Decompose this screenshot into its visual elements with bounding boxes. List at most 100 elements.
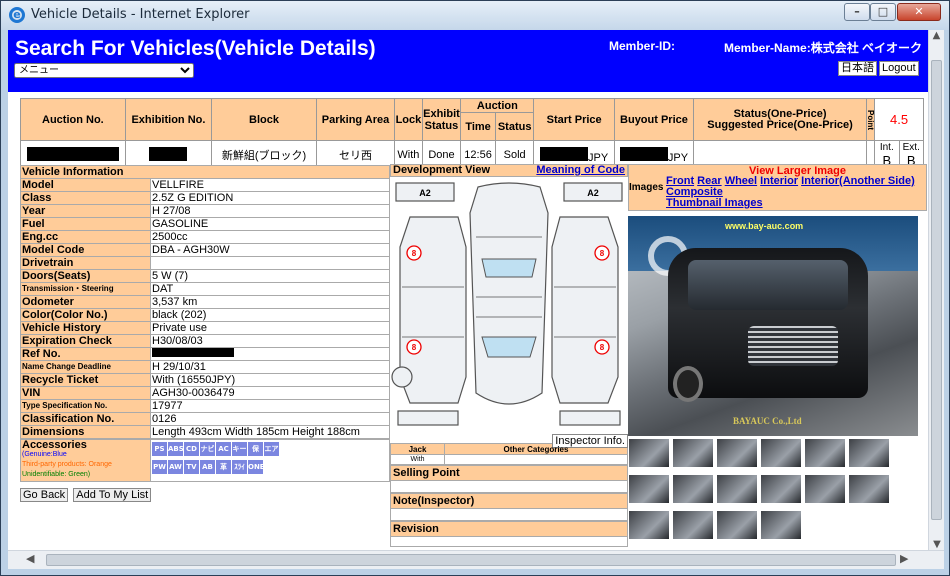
vehicle-info-key: Ref No. xyxy=(20,347,151,361)
minimize-button[interactable]: – xyxy=(844,3,870,21)
vehicle-info-row: Classification No. 0126 xyxy=(20,412,390,426)
wheel-circle xyxy=(391,366,413,388)
accessory-badge: AB xyxy=(200,460,215,474)
thumbnail-image[interactable] xyxy=(848,474,890,504)
interior-link[interactable]: Interior xyxy=(760,175,798,187)
vehicle-info-value: 5 W (7) xyxy=(150,269,390,283)
vehicle-info-table: Vehicle Information Model VELLFIRE Class 2.… xyxy=(20,165,390,439)
other-categories-value xyxy=(444,454,628,465)
vehicle-info-value: AGH30-0036479 xyxy=(150,386,390,400)
thumbnail-image[interactable] xyxy=(628,438,670,468)
thumbnail-image[interactable] xyxy=(672,510,714,540)
scroll-up-icon[interactable]: ▲ xyxy=(929,30,944,41)
thumbnail-image[interactable] xyxy=(804,438,846,468)
vehicle-info-value: 2500cc xyxy=(150,230,390,244)
images-label: Images xyxy=(629,182,664,193)
meaning-of-code-link[interactable]: Meaning of Code xyxy=(536,165,625,176)
header-status-sub: Status xyxy=(494,112,535,141)
jack-label: Jack xyxy=(390,443,445,455)
vehicle-info-key: Name Change Deadline xyxy=(20,360,151,374)
accessory-badge: PW xyxy=(152,460,167,474)
vertical-scrollbar[interactable]: ▲ ▼ xyxy=(928,30,944,550)
ie-logo-icon: e xyxy=(9,7,25,23)
watermark-url: www.bay-auc.com xyxy=(725,221,804,231)
vehicle-info-value: 0126 xyxy=(150,412,390,426)
horizontal-scroll-thumb[interactable] xyxy=(46,554,896,566)
thumbnail-image[interactable] xyxy=(628,510,670,540)
header-start-price: Start Price xyxy=(533,98,615,141)
vehicle-info-value: black (202) xyxy=(150,308,390,322)
thumbnail-image[interactable] xyxy=(716,438,758,468)
accessory-badge: TV xyxy=(184,460,199,474)
title-bar: e Vehicle Details - Internet Explorer – … xyxy=(1,1,949,30)
wheel-link[interactable]: Wheel xyxy=(725,175,757,187)
scroll-right-icon[interactable]: ▶ xyxy=(900,552,908,565)
vehicle-info-value: 2.5Z G EDITION xyxy=(150,191,390,205)
vehicle-info-value: VELLFIRE xyxy=(150,178,390,192)
close-button[interactable]: ✕ xyxy=(897,3,941,21)
vertical-scroll-thumb[interactable] xyxy=(931,60,942,520)
add-to-list-button[interactable]: Add To My List xyxy=(73,488,152,502)
language-button[interactable]: 日本語 xyxy=(838,61,877,76)
vehicle-info-key: Dimensions xyxy=(20,425,151,439)
thumbnail-image[interactable] xyxy=(628,474,670,504)
thumbnail-image[interactable] xyxy=(760,510,802,540)
a2-left-label: A2 xyxy=(419,188,431,198)
vehicle-info-key: Doors(Seats) xyxy=(20,269,151,283)
page-header: Search For Vehicles(Vehicle Details) Mem… xyxy=(8,30,928,92)
main-car-photo[interactable]: www.bay-auc.com BAYAUC Co.,Ltd xyxy=(628,216,918,436)
vehicle-info-value: H 29/10/31 xyxy=(150,360,390,374)
acc-third-legend: Third-party products: Orange xyxy=(22,461,112,468)
development-view-title: Development View xyxy=(393,164,490,176)
accessory-badges: PSABSCDナビACキーレス保エアバッグ PWAWTVAB革ｽﾗｲﾄﾞONE xyxy=(150,439,390,482)
vehicle-info-row: VIN AGH30-0036479 xyxy=(20,386,390,400)
thumbnail-image[interactable] xyxy=(672,438,714,468)
vehicle-info-key: Year xyxy=(20,204,151,218)
logout-button[interactable]: Logout xyxy=(879,61,919,76)
vehicle-info-row: Odometer 3,537 km xyxy=(20,295,390,309)
accessories-cell: Accessories (Genuine:Blue Third-party pr… xyxy=(20,439,151,482)
thumbnail-image[interactable] xyxy=(804,474,846,504)
scroll-left-icon[interactable]: ◀ xyxy=(26,552,34,565)
image-links: Front Rear Wheel Interior Interior(Anoth… xyxy=(666,176,928,209)
redaction-bar xyxy=(619,146,668,161)
car-body-top xyxy=(469,182,549,405)
vehicle-info-row: Transmission・Steering DAT xyxy=(20,282,390,296)
vehicle-info-row: Model Code DBA - AGH30W xyxy=(20,243,390,257)
scroll-down-icon[interactable]: ▼ xyxy=(929,539,945,550)
vehicle-info-key: Model xyxy=(20,178,151,192)
thumbnail-image[interactable] xyxy=(672,474,714,504)
member-name-label: Member-Name:株式会社 ベイオーク xyxy=(724,41,923,55)
vehicle-info-key: Classification No. xyxy=(20,412,151,426)
go-back-button[interactable]: Go Back xyxy=(20,488,69,502)
thumbnail-image[interactable] xyxy=(848,438,890,468)
header-status: Status(One-Price) Suggested Price(One-Pri… xyxy=(693,98,867,141)
header-exhibit-status: Exhibit Status xyxy=(421,98,462,141)
accessory-badge: 保 xyxy=(248,442,263,456)
vehicle-info-row: Year H 27/08 xyxy=(20,204,390,218)
vehicle-info-row: Doors(Seats) 5 W (7) xyxy=(20,269,390,283)
vehicle-info-value: H 27/08 xyxy=(150,204,390,218)
accessory-badge: AW xyxy=(168,460,183,474)
thumbnail-image[interactable] xyxy=(760,474,802,504)
maximize-button[interactable]: □ xyxy=(870,3,896,21)
vehicle-info-row: Drivetrain xyxy=(20,256,390,270)
member-id-label: Member-ID: xyxy=(609,39,676,53)
ext-label: Ext. xyxy=(902,142,920,153)
accessory-badge: ABS xyxy=(168,442,183,456)
vehicle-info-value: GASOLINE xyxy=(150,217,390,231)
thumbnail-image[interactable] xyxy=(760,438,802,468)
revision-header: Revision xyxy=(390,521,628,537)
header-buyout-price: Buyout Price xyxy=(613,98,695,141)
thumbnail-image[interactable] xyxy=(716,474,758,504)
horizontal-scrollbar[interactable]: ◀ ▶ xyxy=(8,550,944,569)
menu-select[interactable]: メニュー xyxy=(14,63,194,78)
thumbnail-images-link[interactable]: Thumbnail Images xyxy=(666,197,763,209)
vehicle-info-panel: Vehicle Information Model VELLFIRE Class 2.… xyxy=(20,165,390,502)
selling-point-body xyxy=(390,481,628,493)
header-auction-no: Auction No. xyxy=(20,98,126,141)
vehicle-info-value: H30/08/03 xyxy=(150,334,390,348)
interior-another-side-link[interactable]: Interior(Another Side) xyxy=(801,175,915,187)
accessory-badge: CD xyxy=(184,442,199,456)
thumbnail-image[interactable] xyxy=(716,510,758,540)
